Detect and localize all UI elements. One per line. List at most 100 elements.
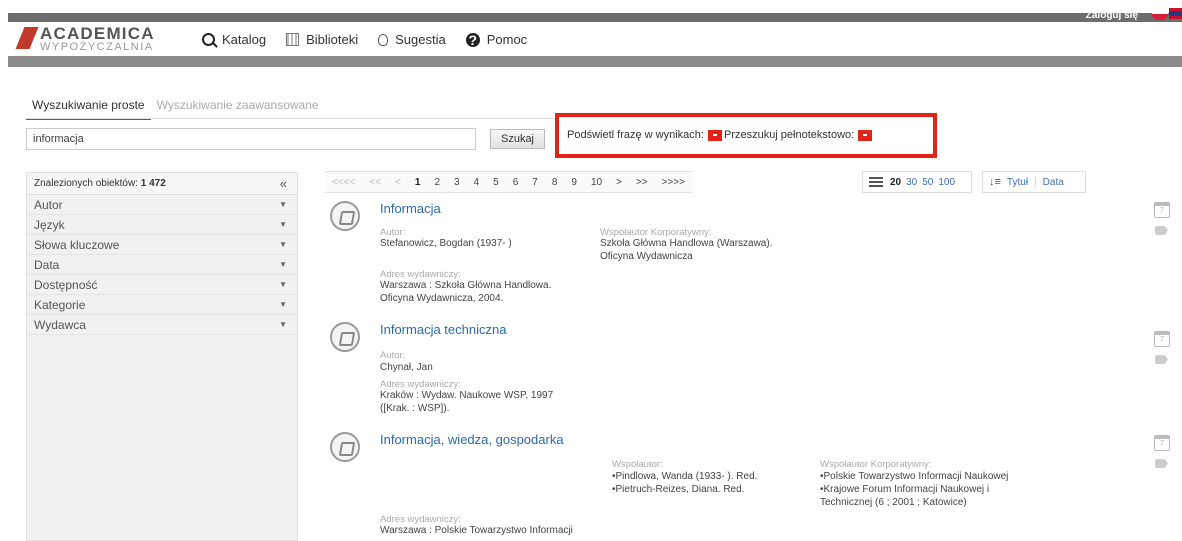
highlight-label: Podświetl frazę w wynikach:	[567, 129, 704, 141]
author-value[interactable]: Chynał, Jan	[380, 361, 433, 374]
coauthor-label: Współautor:	[612, 459, 663, 470]
publisher-line: Kraków : Wydaw. Naukowe WSP, 1997	[380, 390, 554, 401]
search-icon	[202, 33, 215, 46]
facet-label: Dostępność	[34, 278, 98, 292]
nav-katalog[interactable]: Katalog	[202, 32, 266, 47]
page-prev[interactable]: <	[388, 171, 408, 193]
page-number[interactable]: 10	[583, 171, 610, 193]
main-nav: Katalog Biblioteki Sugestia ? Pomoc	[202, 32, 527, 47]
nav-biblioteki[interactable]: Biblioteki	[286, 32, 358, 47]
corp-author-line[interactable]: •Krajowe Forum Informacji Naukowej i	[820, 483, 989, 496]
chevron-down-icon: ▼	[279, 280, 287, 289]
sort-separator: |	[1034, 176, 1037, 188]
page-number[interactable]: 3	[447, 171, 467, 193]
calendar-icon[interactable]: 7	[1154, 331, 1170, 347]
header: ACADEMICA WYPOŻYCZALNIA Katalog Bibliote…	[0, 22, 1182, 56]
page-number[interactable]: 4	[466, 171, 487, 193]
page-next[interactable]: >	[609, 171, 629, 193]
tag-icon[interactable]	[1155, 226, 1168, 235]
coauthor-line[interactable]: •Pindlowa, Wanda (1933- ). Red.	[612, 470, 757, 483]
header-band	[8, 56, 1182, 67]
publisher-line: Oficyna Wydawnicza, 2004.	[380, 293, 504, 304]
page-last[interactable]: >>>>	[654, 171, 692, 193]
nav-label: Katalog	[222, 32, 267, 47]
calendar-icon[interactable]: 7	[1154, 435, 1170, 451]
per-page-current[interactable]: 20	[890, 177, 901, 188]
nav-sugestia[interactable]: Sugestia	[378, 32, 446, 47]
logo[interactable]: ACADEMICA WYPOŻYCZALNIA	[15, 25, 180, 53]
publisher-line: ([Krak. : WSP]).	[380, 403, 450, 414]
facet-label: Słowa kluczowe	[34, 238, 120, 252]
search-input[interactable]	[26, 128, 476, 150]
page-number[interactable]: 5	[486, 171, 506, 193]
help-icon: ?	[465, 32, 480, 47]
highlight-toggle[interactable]	[707, 129, 722, 141]
page-number[interactable]: 6	[505, 171, 526, 193]
sort-icon: ↓≡	[989, 176, 1001, 188]
search-options-row: Podświetl frazę w wynikach: Przeszukuj p…	[567, 129, 874, 141]
login-link[interactable]: Zaloguj się	[1086, 10, 1138, 21]
per-page-option[interactable]: 100	[938, 177, 955, 188]
list-icon	[869, 176, 883, 188]
facet-label: Data	[34, 258, 60, 272]
found-count: 1 472	[140, 178, 166, 189]
facet-jezyk[interactable]: Język ▼	[27, 215, 297, 235]
author-label: Autor:	[380, 350, 406, 361]
search-options-box: Podświetl frazę w wynikach: Przeszukuj p…	[555, 113, 937, 158]
page-prev-many[interactable]: <<	[362, 171, 389, 193]
facet-label: Wydawca	[34, 318, 86, 332]
page-number[interactable]: 9	[564, 171, 584, 193]
facet-label: Kategorie	[34, 298, 86, 312]
result-title[interactable]: Informacja techniczna	[380, 322, 506, 337]
chevron-down-icon: ▼	[279, 220, 287, 229]
logo-mark-icon	[15, 27, 39, 49]
facet-dostepnosc[interactable]: Dostępność ▼	[27, 275, 297, 295]
chevron-down-icon: ▼	[279, 320, 287, 329]
facet-kategorie[interactable]: Kategorie ▼	[27, 295, 297, 315]
page-number[interactable]: 2	[427, 171, 448, 193]
search-button[interactable]: Szukaj	[490, 129, 545, 149]
found-label: Znalezionych obiektów:	[34, 178, 138, 189]
result-item: Informacja Autor: Stefanowicz, Bogdan (1…	[330, 201, 1170, 311]
logo-line2: WYPOŻYCZALNIA	[40, 41, 154, 53]
tab-advanced-search[interactable]: Wyszukiwanie zaawansowane	[151, 98, 325, 120]
sort-title[interactable]: Tytuł	[1007, 177, 1028, 188]
tag-icon[interactable]	[1155, 459, 1168, 468]
result-title[interactable]: Informacja	[380, 201, 441, 216]
book-icon	[330, 201, 360, 231]
tab-simple-search[interactable]: Wyszukiwanie proste	[26, 98, 151, 120]
fulltext-toggle[interactable]	[858, 129, 873, 141]
flag-uk-icon[interactable]	[1169, 8, 1182, 19]
flag-pl-icon[interactable]	[1152, 8, 1168, 20]
facet-sidebar: Znalezionych obiektów: 1 472 « Autor ▼ Ję…	[26, 172, 298, 541]
nav-pomoc[interactable]: ? Pomoc	[465, 32, 527, 47]
per-page-option[interactable]: 30	[906, 177, 917, 188]
corp-author-line[interactable]: Technicznej (6 ; 2001 ; Katowice)	[820, 496, 967, 509]
page-number[interactable]: 8	[544, 171, 565, 193]
facet-slowa-kluczowe[interactable]: Słowa kluczowe ▼	[27, 235, 297, 255]
sort-date[interactable]: Data	[1043, 177, 1064, 188]
facet-autor[interactable]: Autor ▼	[27, 195, 297, 215]
tag-icon[interactable]	[1155, 355, 1168, 364]
calendar-icon[interactable]: 7	[1154, 202, 1170, 218]
page-number[interactable]: 1	[407, 171, 428, 193]
coauthor-line[interactable]: •Pietruch-Reizes, Diana. Red.	[612, 483, 744, 496]
result-item: Informacja techniczna Autor: Chynał, Jan…	[330, 322, 1170, 422]
corp-author-line[interactable]: Oficyna Wydawnicza	[600, 250, 693, 263]
author-value[interactable]: Stefanowicz, Bogdan (1937- )	[380, 237, 512, 250]
result-title[interactable]: Informacja, wiedza, gospodarka	[380, 432, 564, 447]
book-icon	[330, 322, 360, 352]
corp-author-line[interactable]: •Polskie Towarzystwo Informacji Naukowej	[820, 470, 1008, 483]
facet-wydawca[interactable]: Wydawca ▼	[27, 315, 297, 335]
corp-author-line[interactable]: Szkoła Główna Handlowa (Warszawa).	[600, 237, 772, 250]
library-icon	[286, 33, 300, 46]
result-item: Informacja, wiedza, gospodarka Współauto…	[330, 432, 1170, 541]
page-next-many[interactable]: >>	[628, 171, 655, 193]
page-first[interactable]: <<<<	[325, 171, 363, 193]
per-page-option[interactable]: 50	[922, 177, 933, 188]
facet-data[interactable]: Data ▼	[27, 255, 297, 275]
facet-label: Autor	[34, 198, 63, 212]
collapse-sidebar-icon[interactable]: «	[280, 176, 287, 191]
page-number[interactable]: 7	[525, 171, 545, 193]
chevron-down-icon: ▼	[279, 300, 287, 309]
